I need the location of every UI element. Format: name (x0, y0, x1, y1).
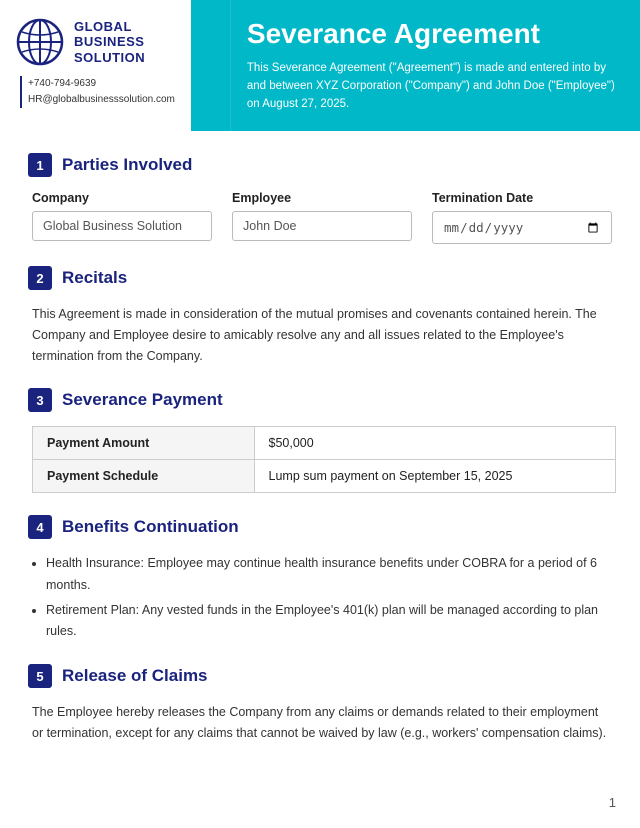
section-4-title: Benefits Continuation (62, 517, 239, 537)
phone-number: +740-794-9639 (28, 76, 175, 92)
section-5-title: Release of Claims (62, 666, 208, 686)
benefits-list: Health Insurance: Employee may continue … (46, 553, 612, 642)
employee-input[interactable] (232, 211, 412, 241)
section-1-title: Parties Involved (62, 155, 192, 175)
table-row: Payment Amount $50,000 (33, 427, 616, 460)
email-address: HR@globalbusinesssolution.com (28, 92, 175, 108)
section-4-number: 4 (28, 515, 52, 539)
section-4-header: 4 Benefits Continuation (28, 515, 612, 539)
section-release-claims: 5 Release of Claims The Employee hereby … (28, 664, 612, 743)
list-item: Health Insurance: Employee may continue … (46, 553, 612, 596)
payment-schedule-value: Lump sum payment on September 15, 2025 (254, 460, 615, 493)
page-number: 1 (609, 795, 616, 810)
contact-info: +740-794-9639 HR@globalbusinesssolution.… (20, 76, 175, 108)
list-item: Retirement Plan: Any vested funds in the… (46, 600, 612, 643)
document-title: Severance Agreement (247, 18, 616, 50)
section-3-number: 3 (28, 388, 52, 412)
header-divider (191, 0, 231, 131)
company-name: GLOBAL BUSINESS SOLUTION (74, 19, 145, 66)
header-left: GLOBAL BUSINESS SOLUTION +740-794-9639 H… (0, 0, 191, 131)
document-intro: This Severance Agreement ("Agreement") i… (247, 60, 616, 113)
section-5-header: 5 Release of Claims (28, 664, 612, 688)
parties-columns: Company Employee Termination Date (32, 191, 612, 244)
termination-date-label: Termination Date (432, 191, 612, 205)
logo-row: GLOBAL BUSINESS SOLUTION (16, 18, 175, 66)
company-label: Company (32, 191, 212, 205)
payment-schedule-label: Payment Schedule (33, 460, 255, 493)
section-2-number: 2 (28, 266, 52, 290)
document-header: GLOBAL BUSINESS SOLUTION +740-794-9639 H… (0, 0, 640, 131)
header-right: Severance Agreement This Severance Agree… (231, 0, 640, 131)
globe-icon (16, 18, 64, 66)
payment-table: Payment Amount $50,000 Payment Schedule … (32, 426, 616, 493)
company-col: Company (32, 191, 212, 244)
section-3-header: 3 Severance Payment (28, 388, 612, 412)
section-parties: 1 Parties Involved Company Employee Term… (28, 153, 612, 244)
release-claims-text: The Employee hereby releases the Company… (32, 702, 612, 743)
section-2-title: Recitals (62, 268, 127, 288)
section-5-number: 5 (28, 664, 52, 688)
termination-date-col: Termination Date (432, 191, 612, 244)
company-input[interactable] (32, 211, 212, 241)
section-3-title: Severance Payment (62, 390, 223, 410)
section-severance-payment: 3 Severance Payment Payment Amount $50,0… (28, 388, 612, 493)
termination-date-input[interactable] (432, 211, 612, 244)
recitals-text: This Agreement is made in consideration … (32, 304, 612, 366)
section-benefits: 4 Benefits Continuation Health Insurance… (28, 515, 612, 642)
section-recitals: 2 Recitals This Agreement is made in con… (28, 266, 612, 366)
document-content: 1 Parties Involved Company Employee Term… (0, 153, 640, 767)
employee-col: Employee (232, 191, 412, 244)
payment-amount-value: $50,000 (254, 427, 615, 460)
section-1-number: 1 (28, 153, 52, 177)
section-1-header: 1 Parties Involved (28, 153, 612, 177)
table-row: Payment Schedule Lump sum payment on Sep… (33, 460, 616, 493)
payment-amount-label: Payment Amount (33, 427, 255, 460)
section-2-header: 2 Recitals (28, 266, 612, 290)
employee-label: Employee (232, 191, 412, 205)
